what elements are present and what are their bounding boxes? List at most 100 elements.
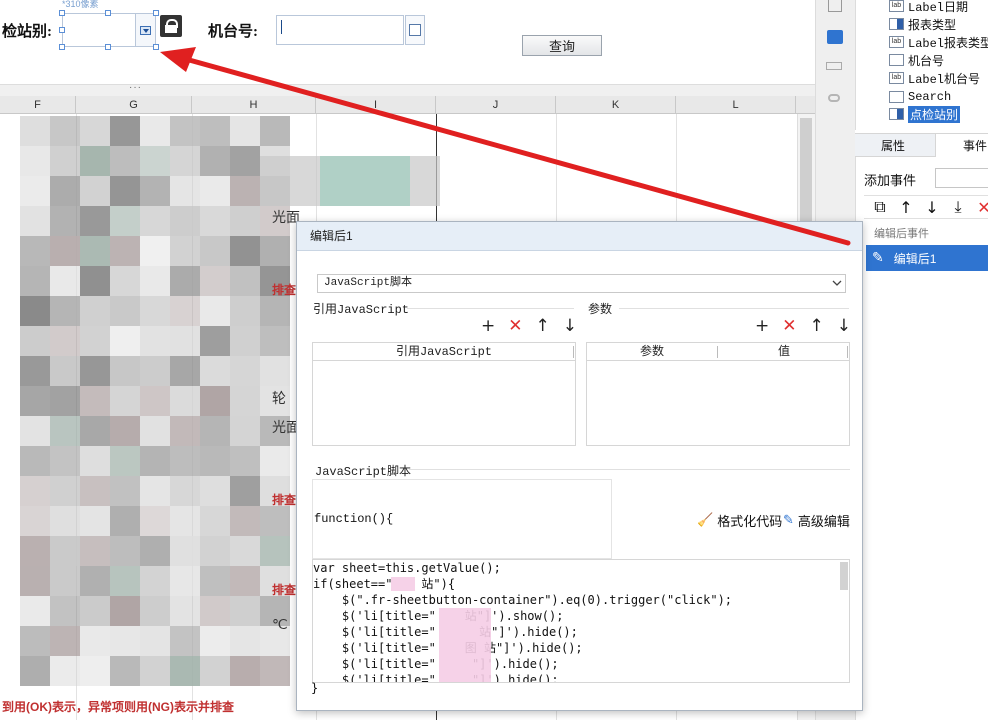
redacted-pixel [20,506,50,536]
code-line: $('li[title=" "]').hide(); [313,657,559,671]
redacted-pixel [140,416,170,446]
tree-item[interactable]: 点检站别 [889,105,961,123]
resize-handle[interactable] [153,10,159,16]
redacted-pixel [230,206,260,236]
move-down-icon[interactable]: ↓ [563,316,577,336]
redacted-pixel [110,266,140,296]
advanced-edit-label: 高级编辑 [797,514,850,529]
redacted-pixel [20,176,50,206]
tree-item[interactable]: lab Label机台号 [889,69,980,87]
function-header-text: function(){ [314,512,394,526]
tree-item[interactable]: 机台号 [889,51,944,69]
column-header[interactable]: I [316,96,436,114]
redacted-pixel [50,116,80,146]
column-header[interactable]: F [0,96,76,114]
delete-icon[interactable]: ✕ [782,316,796,336]
column-header[interactable]: G [76,96,192,114]
column-header[interactable]: L [676,96,796,114]
resize-handle[interactable] [105,10,111,16]
tree-item[interactable]: lab Label日期 [889,0,968,15]
redacted-pixel [50,146,80,176]
machine-input[interactable] [276,15,404,45]
lock-icon[interactable] [160,15,182,37]
machine-picker-button[interactable] [405,15,425,45]
format-code-button[interactable]: 🧹 格式化代码 [697,511,782,530]
redacted-pixel [170,266,200,296]
column-header[interactable]: K [556,96,676,114]
move-bottom-icon[interactable]: ⤓ [948,197,968,217]
redacted-pixel [200,536,230,566]
page-icon[interactable] [828,0,842,12]
splitter-bar[interactable]: ··· [0,82,815,96]
redacted-pixel [110,386,140,416]
combobox-widget-icon[interactable] [827,30,843,44]
delete-icon[interactable]: ✕ [508,316,522,336]
station-combobox[interactable] [62,13,156,47]
redacted-pixel [170,446,200,476]
params-table[interactable]: 参数 值 [586,342,850,446]
resize-handle[interactable] [59,27,65,33]
edit-icon: ✎ [783,513,794,528]
code-editor[interactable]: var sheet=this.getValue(); if(sheet==" 站… [312,559,850,683]
resize-handle[interactable] [105,44,111,50]
redacted-pixel [200,506,230,536]
redacted-pixel [50,656,80,686]
column-header[interactable]: J [436,96,556,114]
script-section-label: JavaScript脚本 [315,465,412,479]
value-column-header[interactable]: 值 [718,343,850,361]
tree-item[interactable]: lab Label报表类型 [889,33,988,51]
redacted-pixel [140,176,170,206]
redacted-pixel [80,476,110,506]
event-item[interactable]: ✎ 编辑后1 [866,245,988,271]
resize-handle[interactable] [59,44,65,50]
redacted-pixel [110,296,140,326]
delete-icon[interactable]: ✕ [974,198,988,217]
redacted-pixel [170,506,200,536]
redacted-pixel [170,296,200,326]
layout-widget-icon[interactable] [826,62,842,70]
link-icon[interactable] [828,94,840,102]
redacted-pixel [50,386,80,416]
column-header[interactable]: H [192,96,316,114]
param-column-header[interactable]: 参数 [587,343,717,361]
redacted-pixel [380,156,410,206]
query-button[interactable]: 查询 [522,35,602,56]
move-up-icon[interactable]: ↑ [536,316,550,336]
redacted-pixel [20,116,50,146]
tree-item[interactable]: 报表类型 [889,15,956,33]
redacted-pixel [110,446,140,476]
redacted-pixel [20,596,50,626]
redacted-pixel [50,176,80,206]
code-scrollbar-thumb[interactable] [840,562,848,590]
add-event-select[interactable] [935,168,988,188]
label-icon: lab [889,0,904,12]
add-icon[interactable]: + [755,316,769,336]
ref-js-table[interactable]: 引用JavaScript [312,342,576,446]
tab-attributes[interactable]: 属性 [881,134,905,158]
combobox-dropdown-button[interactable] [135,14,155,46]
advanced-edit-button[interactable]: ✎ 高级编辑 [783,511,850,530]
move-up-icon[interactable]: ↑ [810,316,824,336]
label-icon: lab [889,36,904,48]
copy-icon[interactable]: ⧉ [870,197,890,217]
redacted-pixel [410,156,440,206]
move-up-icon[interactable]: ↑ [896,198,916,217]
tree-item[interactable]: Search [889,88,951,106]
redacted-pixel [50,566,80,596]
redacted-pixel [170,416,200,446]
redacted-pixel [260,236,290,266]
text-cursor [281,20,282,34]
redacted-pixel [200,206,230,236]
tab-events[interactable]: 事件 [963,134,987,158]
redacted-pixel [80,296,110,326]
resize-handle[interactable] [153,44,159,50]
redacted-pixel [80,176,110,206]
move-down-icon[interactable]: ↓ [837,316,851,336]
ref-js-column-header[interactable]: 引用JavaScript [313,343,575,361]
machine-label: 机台号: [208,24,258,40]
add-icon[interactable]: + [481,316,495,336]
redacted-pixel [80,596,110,626]
event-type-select[interactable]: JavaScript脚本 [317,274,846,293]
resize-handle[interactable] [59,10,65,16]
move-down-icon[interactable]: ↓ [922,198,942,217]
